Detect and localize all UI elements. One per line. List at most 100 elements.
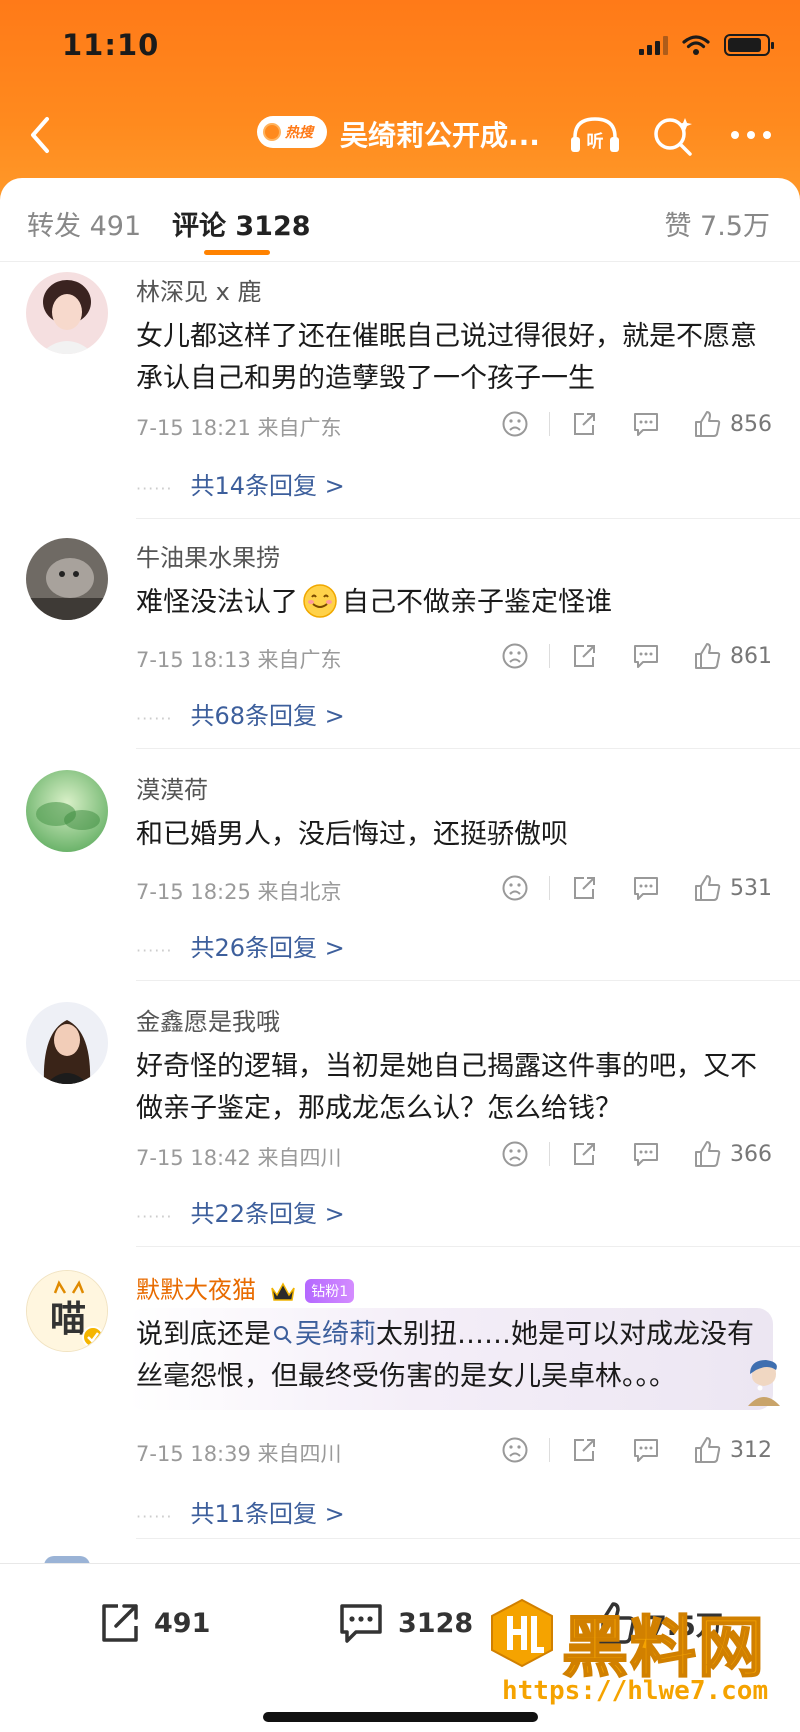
avatar-image: [26, 272, 108, 354]
comment-meta: 7-15 18:42 来自四川: [136, 1146, 342, 1170]
comment-meta: 7-15 18:25 来自北京: [136, 880, 342, 904]
replies-label: 共68条回复 >: [190, 702, 345, 730]
like-button[interactable]: 312: [692, 1435, 772, 1465]
thumbs-up-icon: [695, 875, 721, 901]
divider: [136, 980, 800, 981]
chevron-left-icon: [31, 117, 49, 153]
replies-label: 共14条回复 >: [190, 472, 345, 500]
dislike-button[interactable]: [495, 1136, 535, 1172]
flame-icon: [263, 123, 281, 141]
share-button[interactable]: [564, 638, 604, 674]
reply-button[interactable]: [626, 1432, 666, 1468]
reply-button[interactable]: [626, 870, 666, 906]
like-button[interactable]: 531: [692, 873, 772, 903]
view-replies-link[interactable]: ······ 共22条回复 >: [136, 1194, 345, 1229]
hot-badge-label: 热搜: [285, 125, 313, 141]
listen-label: 听: [587, 131, 604, 152]
repost-count: 491: [154, 1607, 211, 1639]
sad-face-icon: [502, 875, 528, 901]
share-icon: [574, 413, 595, 435]
tab-likes[interactable]: 赞 7.5万: [664, 204, 770, 243]
page-title[interactable]: 吴绮莉公开成...: [340, 114, 540, 154]
status-icons: [639, 34, 774, 56]
avatar[interactable]: [26, 770, 108, 852]
like-count: 856: [730, 411, 772, 437]
share-button[interactable]: [564, 1136, 604, 1172]
reply-button[interactable]: [626, 406, 666, 442]
avatar[interactable]: [26, 272, 108, 354]
listen-button[interactable]: 听: [568, 108, 622, 162]
comment-meta: 7-15 18:21 来自广东: [136, 416, 342, 440]
tab-repost[interactable]: 转发 491: [27, 204, 141, 243]
dots: ······: [136, 1207, 173, 1226]
avatar-image: 喵: [27, 1271, 107, 1351]
like-button[interactable]: 861: [692, 641, 772, 671]
battery-icon: [724, 34, 774, 56]
comment-username[interactable]: 默默大夜猫 钻粉1: [136, 1270, 355, 1305]
comment-button[interactable]: 3128: [336, 1600, 473, 1646]
avatar[interactable]: [26, 1002, 108, 1084]
like-button[interactable]: 856: [692, 409, 772, 439]
replies-label: 共22条回复 >: [190, 1200, 345, 1228]
avatar-image: [26, 1002, 108, 1084]
hot-search-badge[interactable]: 热搜: [257, 116, 327, 148]
reply-button[interactable]: [626, 1136, 666, 1172]
share-button[interactable]: [564, 870, 604, 906]
comment-bubble-icon: [634, 645, 658, 668]
sad-face-icon: [502, 411, 528, 437]
share-button[interactable]: [564, 1432, 604, 1468]
comment-text: 女儿都这样了还在催眠自己说过得很好，就是不愿意承认自己和男的造孽毁了一个孩子一生: [136, 321, 757, 394]
comment-bubble-icon: [634, 877, 658, 900]
back-button[interactable]: [18, 110, 62, 160]
comment-actions: 312: [495, 1432, 772, 1468]
smile-emoji-icon: [303, 584, 337, 618]
like-button[interactable]: 366: [692, 1139, 772, 1169]
dislike-button[interactable]: [495, 1432, 535, 1468]
like-count: 366: [730, 1141, 772, 1167]
dislike-button[interactable]: [495, 638, 535, 674]
share-icon: [574, 1143, 595, 1165]
comment-count: 3128: [398, 1607, 474, 1639]
comment-bubble-icon: [340, 1604, 382, 1643]
comment-bubble-icon: [634, 1439, 658, 1462]
wifi-icon: [682, 35, 710, 55]
more-button[interactable]: [724, 108, 778, 162]
dots: ······: [136, 1507, 173, 1526]
divider: [136, 518, 800, 519]
repost-button[interactable]: 491: [96, 1600, 210, 1646]
comment-username[interactable]: 漠漠荷: [136, 770, 208, 805]
username-label: 默默大夜猫: [136, 1276, 256, 1304]
watermark-url: https://hlwe7.com: [502, 1676, 769, 1706]
tab-comments[interactable]: 评论 3128: [172, 204, 311, 243]
comment-username[interactable]: 金鑫愿是我哦: [136, 1002, 280, 1037]
watermark: 黑料网 https://hlwe7.com: [490, 1598, 780, 1710]
nav-bar: 热搜 吴绮莉公开成... 听: [0, 100, 800, 170]
avatar[interactable]: [26, 538, 108, 620]
comment-text: 说到底还是 吴绮莉太别扭……她是可以对成龙没有丝毫怨恨，但最终受伤害的是女儿吴卓林…: [136, 1314, 776, 1398]
view-replies-link[interactable]: ······ 共11条回复 >: [136, 1494, 345, 1529]
dots: ······: [136, 941, 173, 960]
home-indicator: [263, 1712, 538, 1722]
avatar[interactable]: 喵: [26, 1270, 108, 1352]
like-count: 861: [730, 643, 772, 669]
comment-username[interactable]: 牛油果水果捞: [136, 538, 280, 573]
comment-text-part: 说到底还是: [136, 1319, 271, 1350]
dislike-button[interactable]: [495, 406, 535, 442]
topic-link[interactable]: 吴绮莉: [271, 1319, 376, 1350]
search-button[interactable]: [646, 108, 700, 162]
divider: [136, 748, 800, 749]
view-replies-link[interactable]: ······ 共68条回复 >: [136, 696, 345, 731]
share-button[interactable]: [564, 406, 604, 442]
comment-username[interactable]: 林深见 x 鹿: [136, 272, 261, 307]
view-replies-link[interactable]: ······ 共26条回复 >: [136, 928, 345, 963]
dislike-button[interactable]: [495, 870, 535, 906]
share-icon: [574, 877, 595, 899]
crown-icon: [270, 1282, 295, 1301]
reply-button[interactable]: [626, 638, 666, 674]
fan-badge: 钻粉1: [305, 1279, 355, 1303]
divider: [549, 876, 550, 900]
view-replies-link[interactable]: ······ 共14条回复 >: [136, 466, 345, 501]
sad-face-icon: [502, 1437, 528, 1463]
comment-actions: 366: [495, 1136, 772, 1172]
comment-actions: 856: [495, 406, 772, 442]
